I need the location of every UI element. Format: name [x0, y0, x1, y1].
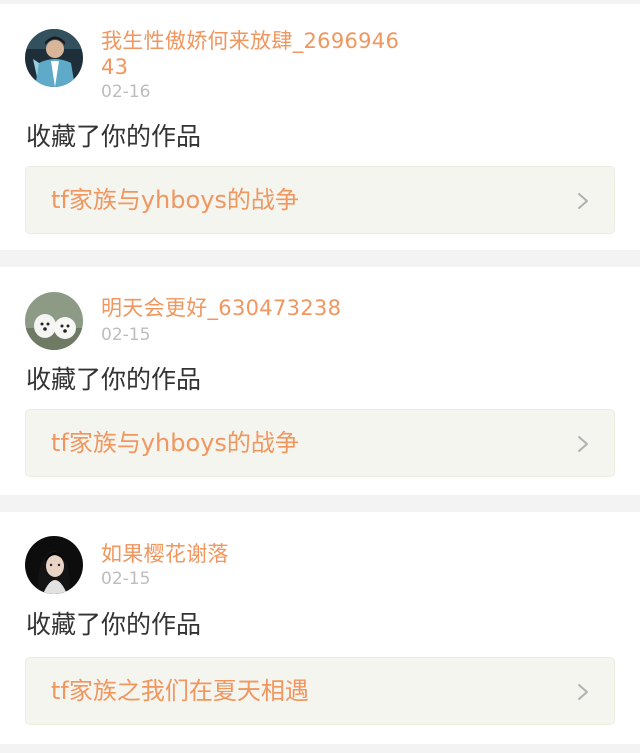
- avatar[interactable]: [25, 29, 83, 87]
- notification-card: 如果樱花谢落 02-15 收藏了你的作品 tf家族之我们在夏天相遇: [0, 512, 640, 744]
- chevron-right-icon: [578, 193, 588, 209]
- action-text: 收藏了你的作品: [26, 122, 202, 151]
- avatar-person-dark-hair-icon: [25, 536, 83, 594]
- work-title: tf家族之我们在夏天相遇: [51, 677, 309, 705]
- action-text: 收藏了你的作品: [26, 365, 202, 394]
- user-name[interactable]: 明天会更好_630473238: [101, 295, 401, 321]
- post-date: 02-15: [101, 569, 151, 589]
- chevron-right-icon: [578, 684, 588, 700]
- notification-card: 明天会更好_630473238 02-15 收藏了你的作品 tf家族与yhboy…: [0, 267, 640, 495]
- work-link-card[interactable]: tf家族与yhboys的战争: [25, 166, 615, 234]
- notification-card: 我生性傲娇何来放肆_269694643 02-16 收藏了你的作品 tf家族与y…: [0, 4, 640, 250]
- work-link-card[interactable]: tf家族与yhboys的战争: [25, 409, 615, 477]
- user-name[interactable]: 我生性傲娇何来放肆_269694643: [101, 28, 401, 80]
- notification-feed: 我生性傲娇何来放肆_269694643 02-16 收藏了你的作品 tf家族与y…: [0, 0, 640, 753]
- avatar[interactable]: [25, 292, 83, 350]
- action-text: 收藏了你的作品: [26, 610, 202, 639]
- chevron-right-icon: [578, 436, 588, 452]
- user-name[interactable]: 如果樱花谢落: [101, 541, 401, 567]
- work-title: tf家族与yhboys的战争: [51, 186, 299, 214]
- post-date: 02-15: [101, 325, 151, 345]
- work-link-card[interactable]: tf家族之我们在夏天相遇: [25, 657, 615, 725]
- avatar-person-blue-jacket-icon: [25, 29, 83, 87]
- avatar[interactable]: [25, 536, 83, 594]
- avatar-white-puppies-icon: [25, 292, 83, 350]
- work-title: tf家族与yhboys的战争: [51, 429, 299, 457]
- post-date: 02-16: [101, 82, 151, 102]
